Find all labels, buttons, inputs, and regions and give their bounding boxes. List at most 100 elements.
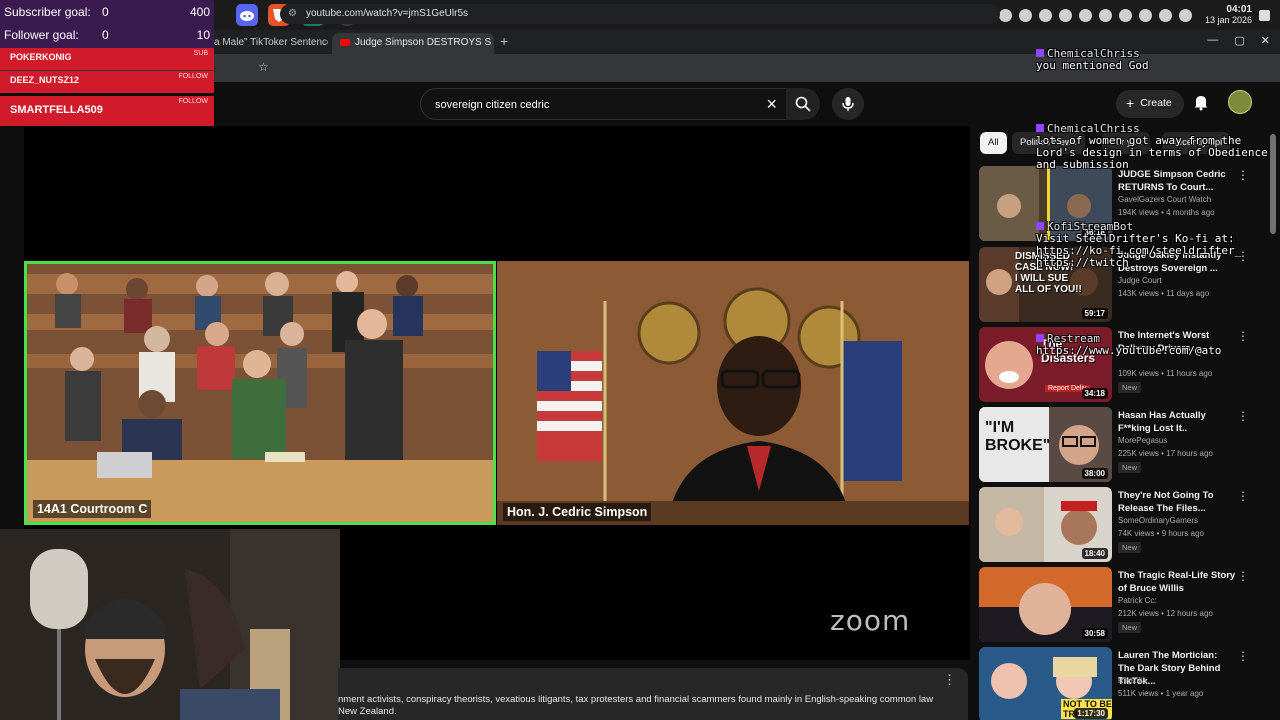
create-label: Create xyxy=(1140,97,1172,109)
recommended-video[interactable]: 18:40 They're Not Going To Release The F… xyxy=(979,487,1254,563)
alert-type: SUB xyxy=(193,50,208,57)
twitch-badge-icon xyxy=(1036,124,1044,132)
video-thumbnail[interactable]: 18:40 xyxy=(979,487,1112,562)
new-badge: New xyxy=(1118,542,1142,553)
video-title[interactable]: Hasan Has Actually F**king Lost It.. xyxy=(1118,409,1236,435)
search-input[interactable]: sovereign citizen cedric × xyxy=(420,88,790,120)
video-meta: 74K views • 9 hours ago xyxy=(1118,529,1204,538)
channel-name[interactable]: GavelGazers Court Watch xyxy=(1118,195,1211,204)
settings-icon[interactable] xyxy=(998,8,1012,22)
follower-goal-label: Follower goal: xyxy=(4,28,79,42)
clock-date: 13 jan 2026 xyxy=(1204,15,1252,25)
restream-badge-icon xyxy=(1036,334,1044,342)
screen: { "overlay": { "subscriber_label": "Subs… xyxy=(0,0,1280,720)
alert-type: FOLLOW xyxy=(178,98,208,105)
monitor-icon[interactable] xyxy=(1038,8,1052,22)
notifications-bell-icon[interactable] xyxy=(1192,93,1210,111)
follower-goal-target: 10 xyxy=(196,28,210,42)
courtroom-scene xyxy=(27,264,493,522)
channel-name[interactable]: Repzilla xyxy=(1118,676,1146,685)
recommended-video[interactable]: NOT TO BE TRU 1:17:30 Lauren The Mortici… xyxy=(979,647,1254,720)
search-query: sovereign citizen cedric xyxy=(435,99,550,111)
new-badge: New xyxy=(1118,382,1142,393)
chat-text: https://www.youtube.com/@ato xyxy=(1036,344,1222,357)
minimize-icon[interactable]: — xyxy=(1207,34,1218,47)
address-bar[interactable]: ⚙ youtube.com/watch?v=jmS1GeUlr5s xyxy=(280,4,1000,24)
chat-message: ChemicalChriss you mentioned God xyxy=(1036,48,1149,72)
channel-name[interactable]: Patrick Cc: xyxy=(1118,596,1157,605)
microphone-icon xyxy=(842,97,854,111)
recommended-video[interactable]: 30:58 The Tragic Real-Life Story of Bruc… xyxy=(979,567,1254,643)
volume-icon[interactable] xyxy=(1078,8,1092,22)
more-actions-icon[interactable]: ⋮ xyxy=(1237,569,1249,583)
create-button[interactable]: + Create xyxy=(1116,90,1184,118)
more-actions-icon[interactable]: ⋮ xyxy=(1237,329,1249,343)
twitch-badge-icon xyxy=(1036,49,1044,57)
video-title[interactable]: The Tragic Real-Life Story of Bruce Will… xyxy=(1118,569,1236,595)
stream-alert: SMARTFELLA509 FOLLOW xyxy=(0,96,214,126)
video-duration: 59:17 xyxy=(1081,308,1108,319)
more-actions-icon[interactable]: ⋮ xyxy=(1237,409,1249,423)
alert-user: DEEZ_NUTSZ12 xyxy=(10,75,80,85)
follower-goal-current: 0 xyxy=(102,28,109,42)
video-description[interactable]: nment activists, conspiracy theorists, v… xyxy=(338,668,968,720)
discord-icon[interactable] xyxy=(236,4,258,26)
wifi-icon[interactable] xyxy=(1178,8,1192,22)
participant-name-judge: Hon. J. Cedric Simpson xyxy=(503,503,652,521)
stream-alert: DEEZ_NUTSZ12 FOLLOW xyxy=(0,71,214,93)
video-duration: 1:17:30 xyxy=(1074,708,1108,719)
tab-judge-simpson[interactable]: Judge Simpson DESTROYS S✕ xyxy=(332,33,494,54)
voice-search-button[interactable] xyxy=(832,88,864,120)
video-thumbnail[interactable]: NOT TO BE TRU 1:17:30 xyxy=(979,647,1112,720)
search-button[interactable] xyxy=(786,88,820,120)
chat-text: Visit SteelDrifter's Ko-fi at: https://k… xyxy=(1036,232,1242,269)
channel-name[interactable]: SomeOrdinaryGamers xyxy=(1118,516,1198,525)
battery-icon[interactable] xyxy=(1138,8,1152,22)
video-meta: 194K views • 4 months ago xyxy=(1118,208,1215,217)
more-actions-icon[interactable]: ⋮ xyxy=(1237,489,1249,503)
alert-type: FOLLOW xyxy=(178,73,208,80)
new-badge: New xyxy=(1118,622,1142,633)
video-thumbnail[interactable]: "I'M BROKE" 38:00 xyxy=(979,407,1112,482)
stream-goals-overlay: Subscriber goal: 0 400 Follower goal: 0 … xyxy=(0,0,214,48)
judge-scene xyxy=(497,261,969,525)
more-options-icon[interactable]: ⋮ xyxy=(943,673,956,686)
zoom-participant-judge: Hon. J. Cedric Simpson xyxy=(497,261,969,525)
video-meta: 225K views • 17 hours ago xyxy=(1118,449,1213,458)
participant-name-courtroom: 14A1 Courtroom C xyxy=(33,500,152,518)
brightness-icon[interactable] xyxy=(1098,8,1112,22)
follower-goal: Follower goal: 0 10 xyxy=(4,24,210,46)
keyboard-icon[interactable] xyxy=(1158,8,1172,22)
clock[interactable]: 04:01 13 jan 2026 xyxy=(1205,4,1252,26)
recommended-video[interactable]: "I'M BROKE" 38:00 Hasan Has Actually F**… xyxy=(979,407,1254,483)
video-title[interactable]: They're Not Going To Release The Files..… xyxy=(1118,489,1236,515)
clipboard-icon[interactable] xyxy=(1018,8,1032,22)
bookmark-icon[interactable]: ☆ xyxy=(258,60,269,74)
video-thumbnail[interactable]: 30:58 xyxy=(979,567,1112,642)
sidebar-scrollbar[interactable] xyxy=(1270,126,1276,720)
chat-message: ChemicalChriss lots of women got away fr… xyxy=(1036,123,1276,171)
video-meta: 143K views • 11 days ago xyxy=(1118,289,1210,298)
thumbnail-text: "I'M BROKE" xyxy=(985,419,1051,454)
alert-user: SMARTFELLA509 xyxy=(10,104,103,116)
media-icon[interactable] xyxy=(1058,8,1072,22)
bluetooth-icon[interactable] xyxy=(1118,8,1132,22)
zoom-logo: zoom xyxy=(830,604,911,637)
chat-text: lots of women got away from the Lord's d… xyxy=(1036,134,1268,171)
close-window-icon[interactable]: ✕ xyxy=(1261,34,1270,47)
avatar[interactable] xyxy=(1228,90,1252,114)
channel-name[interactable]: Judge Court xyxy=(1118,276,1162,285)
site-info-icon[interactable]: ⚙ xyxy=(288,8,297,19)
channel-name[interactable]: MorePegasus xyxy=(1118,436,1167,445)
new-tab-button[interactable]: + xyxy=(500,33,508,49)
chat-message: Restream https://www.youtube.com/@ato xyxy=(1036,333,1221,357)
desktop-icon[interactable] xyxy=(1259,9,1270,21)
chip-all[interactable]: All xyxy=(980,132,1007,154)
tab-label: Judge Simpson DESTROYS S xyxy=(355,37,492,48)
more-actions-icon[interactable]: ⋮ xyxy=(1237,649,1249,663)
tab-tiktoker[interactable]: a Male" TikToker Sentence xyxy=(206,33,328,54)
maximize-icon[interactable]: ▢ xyxy=(1234,34,1244,47)
clear-search-icon[interactable]: × xyxy=(766,94,777,115)
video-title[interactable]: JUDGE Simpson Cedric RETURNS To Court... xyxy=(1118,168,1236,194)
alert-user: POKERKONIG xyxy=(10,52,72,62)
